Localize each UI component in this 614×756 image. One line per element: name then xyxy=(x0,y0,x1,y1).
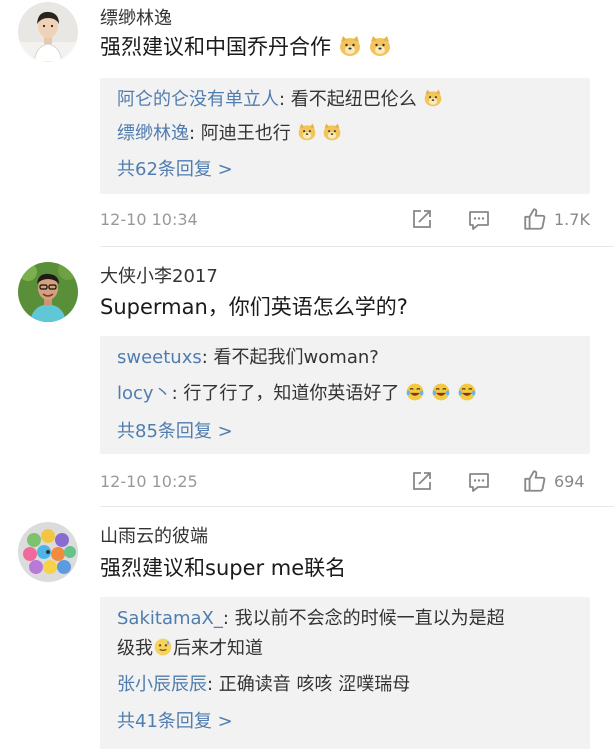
avatar[interactable] xyxy=(18,522,78,582)
comment-text: 强烈建议和super me联名 xyxy=(100,556,347,580)
username[interactable]: 山雨云的彼端 xyxy=(100,526,208,548)
reply-username[interactable]: SakitamaX_ xyxy=(117,608,223,629)
awkward-smile-emoji xyxy=(154,638,172,656)
reply-username[interactable]: 张小辰辰辰 xyxy=(117,674,207,695)
avatar-image xyxy=(18,522,78,582)
reply-item-continued: 级我 后来才知道 xyxy=(117,638,263,659)
reply-item: 张小辰辰辰: 正确读音 咳咳 涩噗瑞母 xyxy=(117,674,411,695)
reply-item: SakitamaX_: 我以前不会念的时候一直以为是超 xyxy=(117,608,505,629)
comment-3: 山雨云的彼端 强烈建议和super me联名 SakitamaX_: 我以前不会… xyxy=(0,0,614,756)
reply-box[interactable]: SakitamaX_: 我以前不会念的时候一直以为是超 级我 后来才知道 张小辰辰… xyxy=(100,597,590,749)
more-replies-link[interactable]: 共41条回复 > xyxy=(117,710,233,734)
